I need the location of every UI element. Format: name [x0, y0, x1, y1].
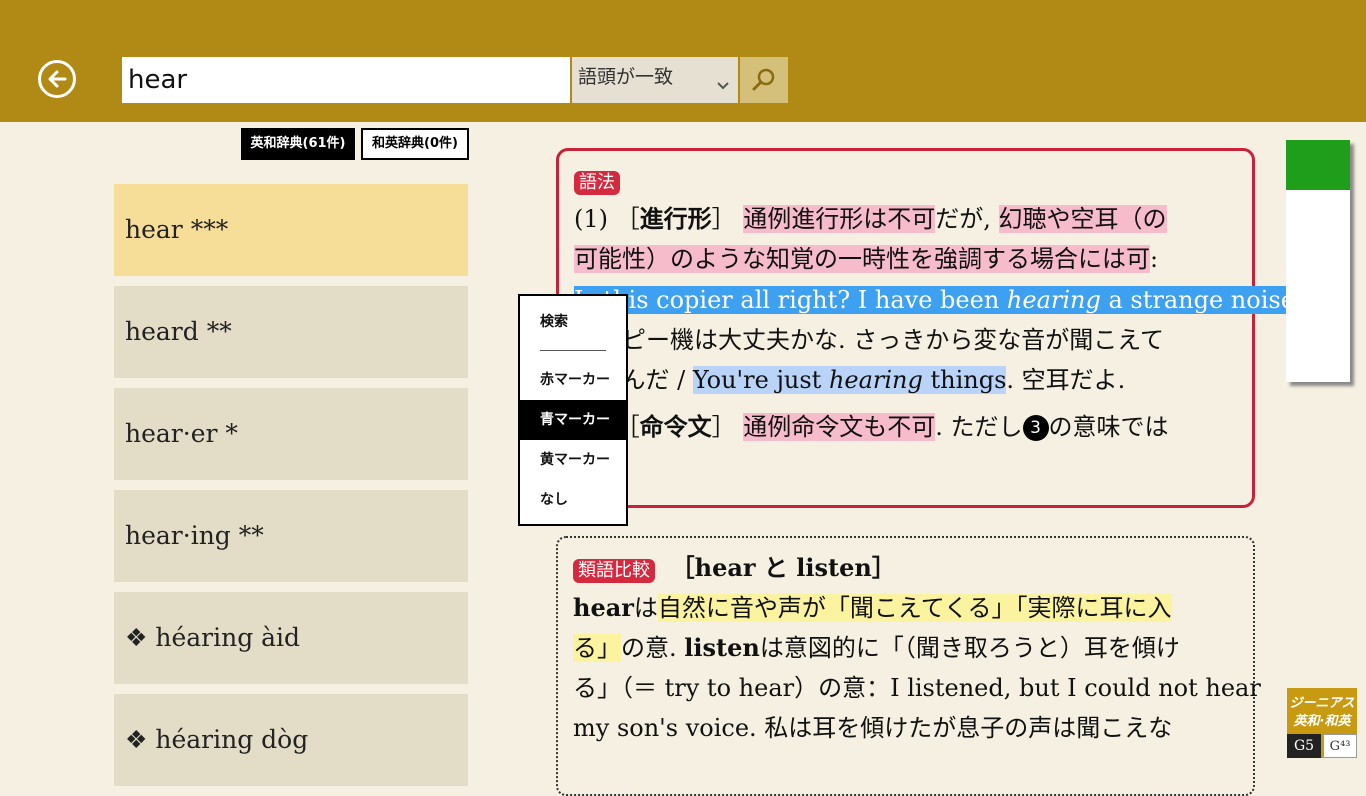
app-logo: ジーニアス 英和·和英 G5 G⁴³: [1287, 688, 1357, 758]
tab-english-japanese[interactable]: 英和辞典(61件): [241, 128, 355, 160]
example-sentence[interactable]: Is this copier all right? I have been he…: [574, 284, 1334, 316]
chevron-down-icon: [716, 65, 730, 110]
compare-line: る」の意. listenは意図的に「（聞き取ろうと）耳を傾け: [573, 633, 1180, 662]
list-item[interactable]: hear·ing **: [114, 490, 468, 582]
side-scroll-panel[interactable]: [1286, 140, 1350, 382]
compare-heading: 類語比較 ［hear と listen］: [573, 552, 896, 584]
menu-item-none[interactable]: なし: [520, 480, 626, 520]
usage-badge: 語法: [574, 171, 620, 195]
search-icon: [752, 68, 775, 91]
scroll-position-marker: [1286, 140, 1350, 190]
usage-line: くるんだ / You're just hearing things. 空耳だよ.: [574, 366, 1126, 394]
usage-line: (1) ［進行形］ 通例進行形は不可だが, 幻聴や空耳（の: [574, 204, 1167, 233]
usage-note-box: 語法 (1) ［進行形］ 通例進行形は不可だが, 幻聴や空耳（の 可能性）のよう…: [556, 148, 1334, 508]
back-arrow-icon: [48, 70, 67, 88]
usage-line: 可能性）のような知覚の一時性を強調する場合には可:: [574, 245, 1159, 273]
search-button[interactable]: [740, 57, 788, 103]
menu-item-blue-marker[interactable]: 青マーカー: [520, 400, 626, 440]
tab-japanese-english[interactable]: 和英辞典(0件): [361, 128, 469, 160]
list-item[interactable]: ❖ héaring dòg: [114, 694, 468, 786]
sense-number-badge: 3: [1022, 415, 1049, 441]
compare-line: る」（＝ try to hear）の意：I listened, but I co…: [573, 674, 1261, 702]
menu-item-yellow-marker[interactable]: 黄マーカー: [520, 440, 626, 480]
menu-divider: [540, 350, 606, 351]
back-button[interactable]: [38, 60, 76, 98]
list-item[interactable]: hear·er *: [114, 388, 468, 480]
match-mode-label: 語頭が一致: [578, 66, 674, 88]
list-item[interactable]: ❖ héaring àid: [114, 592, 468, 684]
usage-line: (2) ［命令文］ 通例命令文も不可. ただし3の意味では: [574, 412, 1169, 441]
synonym-compare-box: 類語比較 ［hear と listen］ hearは自然に音や声が「聞こえてくる…: [556, 536, 1261, 796]
search-input[interactable]: hear: [122, 57, 570, 103]
context-menu: 検索 赤マーカー 青マーカー 黄マーカー なし: [518, 294, 628, 526]
match-mode-select[interactable]: 語頭が一致: [572, 57, 738, 103]
list-item[interactable]: hear ***: [114, 184, 468, 276]
menu-item-search[interactable]: 検索: [520, 302, 626, 342]
compare-line: hearは自然に音や声が「聞こえてくる」「実際に耳に入: [573, 593, 1172, 622]
compare-line: my son's voice. 私は耳を傾けたが息子の声は聞こえな: [573, 714, 1173, 742]
list-item[interactable]: heard **: [114, 286, 468, 378]
usage-line: のコピー機は大丈夫かな. さっきから変な音が聞こえて: [574, 326, 1165, 354]
menu-item-red-marker[interactable]: 赤マーカー: [520, 360, 626, 400]
